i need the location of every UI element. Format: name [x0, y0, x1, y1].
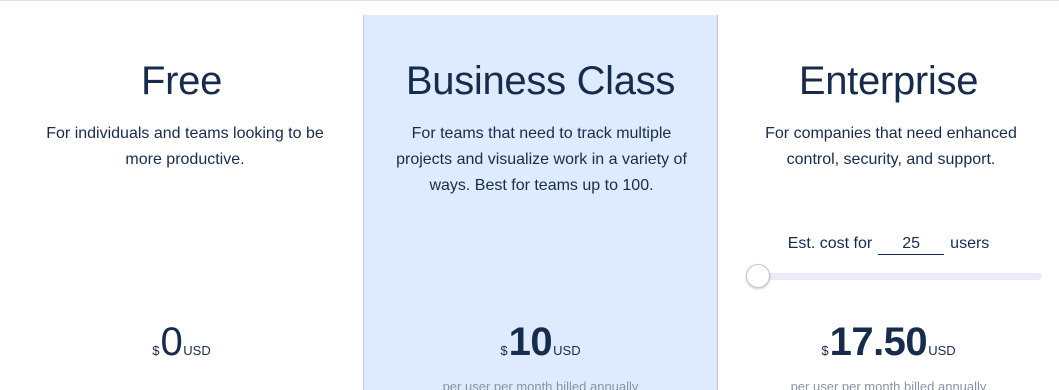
price-amount: 10 — [508, 320, 553, 364]
est-cost-row: Est. cost for users — [718, 233, 1059, 255]
users-label: users — [950, 235, 990, 252]
plan-price: $ 0 USD — [0, 320, 363, 364]
price-amount: 0 — [160, 320, 183, 364]
plan-title: Free — [140, 59, 223, 103]
users-count-input[interactable] — [878, 235, 945, 255]
currency-unit: USD — [553, 343, 581, 358]
currency-unit: USD — [183, 343, 211, 358]
billing-note: per user per month billed annually — [790, 379, 987, 390]
plan-description: For individuals and teams looking to be … — [46, 125, 324, 168]
plan-description: For teams that need to track multiple pr… — [396, 125, 687, 194]
price-amount: 17.50 — [829, 320, 928, 364]
plan-price: $ 17.50 USD — [718, 320, 1059, 364]
est-cost-label: Est. cost for — [787, 235, 873, 252]
plan-description: For companies that need enhanced control… — [765, 125, 1017, 168]
pricing-comparison: Free For individuals and teams looking t… — [0, 0, 1059, 390]
users-slider[interactable] — [746, 264, 1042, 288]
plan-card-enterprise: Enterprise For companies that need enhan… — [718, 15, 1059, 390]
plan-card-business-class: Business Class For teams that need to tr… — [363, 15, 718, 390]
currency-symbol: $ — [821, 343, 829, 358]
slider-track[interactable] — [752, 273, 1042, 280]
billing-note: per user per month billed annually — [442, 379, 639, 390]
currency-unit: USD — [928, 343, 956, 358]
slider-thumb[interactable] — [746, 264, 770, 288]
plan-title: Enterprise — [798, 59, 979, 103]
currency-symbol: $ — [152, 343, 160, 358]
currency-symbol: $ — [500, 343, 508, 358]
plan-title: Business Class — [405, 59, 676, 103]
plan-card-free: Free For individuals and teams looking t… — [0, 15, 363, 390]
plan-price: $ 10 USD — [364, 320, 717, 364]
